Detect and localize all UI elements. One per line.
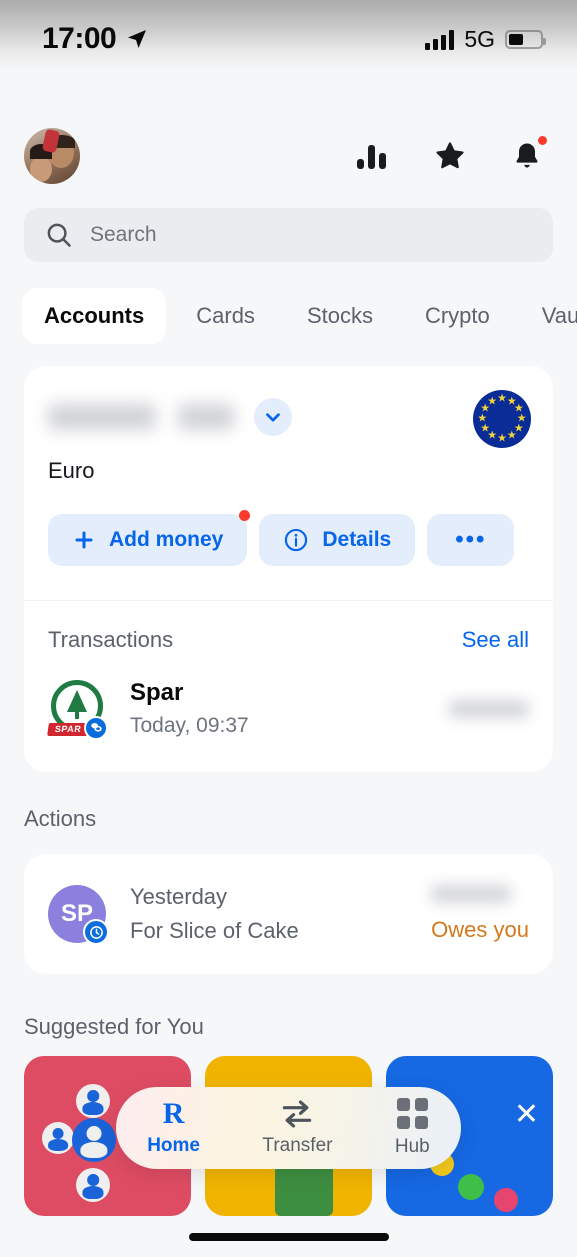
account-action-buttons: Add money Details ••• bbox=[24, 484, 553, 600]
status-indicators: 5G bbox=[425, 22, 546, 53]
search-placeholder: Search bbox=[90, 223, 157, 246]
tab-cards[interactable]: Cards bbox=[174, 288, 277, 344]
notification-badge-dot bbox=[538, 136, 547, 145]
avatar: SP bbox=[48, 885, 109, 945]
search-input[interactable]: Search bbox=[24, 208, 553, 262]
table-row[interactable]: SPAR Spar Today, 09:37 bbox=[24, 653, 553, 772]
account-summary: Euro ★ ★ ★ ★ ★ ★ ★ ★ ★ ★ ★ ★ bbox=[24, 366, 553, 484]
plus-icon bbox=[75, 531, 93, 549]
action-right: Owes you bbox=[431, 885, 529, 943]
transaction-merchant: Spar bbox=[130, 679, 184, 706]
account-tabs: Accounts Cards Stocks Crypto Vaul bbox=[0, 262, 577, 344]
details-label: Details bbox=[322, 528, 392, 551]
tab-crypto[interactable]: Crypto bbox=[403, 288, 512, 344]
spar-logo-icon: SPAR bbox=[47, 679, 108, 740]
location-arrow-icon bbox=[128, 30, 147, 48]
transaction-time: Today, 09:37 bbox=[130, 714, 249, 737]
battery-icon bbox=[505, 30, 546, 49]
bell-icon[interactable] bbox=[511, 136, 547, 173]
nav-item-home[interactable]: R Home bbox=[147, 1096, 200, 1157]
see-all-link[interactable]: See all bbox=[462, 627, 529, 653]
transactions-title: Transactions bbox=[48, 627, 174, 652]
action-text: Yesterday For Slice of Cake bbox=[130, 884, 407, 944]
analytics-icon[interactable] bbox=[355, 141, 389, 171]
add-money-button[interactable]: Add money bbox=[48, 510, 251, 566]
transaction-amount bbox=[449, 699, 529, 718]
tab-vaults[interactable]: Vaul bbox=[520, 288, 577, 344]
grid-hub-icon bbox=[396, 1098, 428, 1129]
more-options-button[interactable]: ••• bbox=[427, 514, 515, 566]
signal-bars-icon bbox=[425, 29, 455, 50]
balance-row bbox=[48, 398, 529, 436]
action-date: Yesterday bbox=[130, 884, 228, 909]
status-time-group: 17:00 bbox=[42, 22, 149, 56]
status-time: 17:00 bbox=[42, 22, 117, 55]
add-money-badge-dot bbox=[239, 510, 251, 521]
status-badge: Owes you bbox=[431, 917, 529, 942]
status-bar: 17:00 5G bbox=[0, 0, 577, 72]
list-item[interactable]: SP Yesterday For Slice of Cake Owes you bbox=[24, 854, 553, 974]
coins-icon bbox=[84, 715, 108, 740]
star-icon[interactable] bbox=[433, 140, 467, 172]
account-balance bbox=[48, 404, 234, 430]
transactions-header: Transactions See all bbox=[24, 601, 553, 653]
nav-label-hub: Hub bbox=[394, 1136, 430, 1157]
chevron-down-icon[interactable] bbox=[254, 398, 292, 436]
more-icon: ••• bbox=[455, 526, 487, 553]
action-note: For Slice of Cake bbox=[130, 918, 299, 943]
clock-icon bbox=[83, 919, 109, 945]
info-icon bbox=[285, 528, 308, 552]
home-indicator bbox=[188, 1233, 389, 1241]
details-button[interactable]: Details bbox=[259, 514, 416, 566]
transfer-arrows-icon bbox=[283, 1099, 312, 1128]
actions-section-title: Actions bbox=[24, 806, 97, 831]
header-icon-group bbox=[355, 136, 553, 173]
network-type: 5G bbox=[464, 26, 495, 52]
tab-stocks[interactable]: Stocks bbox=[285, 288, 395, 344]
add-money-label: Add money bbox=[109, 528, 224, 551]
account-currency: Euro bbox=[48, 458, 95, 483]
tab-accounts[interactable]: Accounts bbox=[22, 288, 167, 344]
account-card: Euro ★ ★ ★ ★ ★ ★ ★ ★ ★ ★ ★ ★ Add money D… bbox=[24, 366, 553, 772]
revolut-r-icon: R bbox=[162, 1096, 185, 1130]
nav-item-hub[interactable]: Hub bbox=[395, 1098, 430, 1158]
action-amount bbox=[431, 885, 512, 903]
nav-label-transfer: Transfer bbox=[262, 1134, 333, 1156]
profile-avatar[interactable] bbox=[24, 128, 80, 184]
nav-label-home: Home bbox=[147, 1134, 200, 1156]
suggested-section-title: Suggested for You bbox=[24, 1014, 204, 1039]
nav-item-transfer[interactable]: Transfer bbox=[262, 1099, 333, 1157]
search-section: Search bbox=[0, 184, 577, 262]
bottom-nav: R Home Transfer Hub bbox=[116, 1087, 461, 1169]
close-icon[interactable]: ✕ bbox=[514, 1100, 539, 1130]
app-header bbox=[0, 72, 577, 184]
search-icon bbox=[47, 223, 71, 247]
transaction-text: Spar Today, 09:37 bbox=[130, 679, 425, 738]
eu-flag-icon: ★ ★ ★ ★ ★ ★ ★ ★ ★ ★ ★ ★ bbox=[473, 390, 531, 448]
